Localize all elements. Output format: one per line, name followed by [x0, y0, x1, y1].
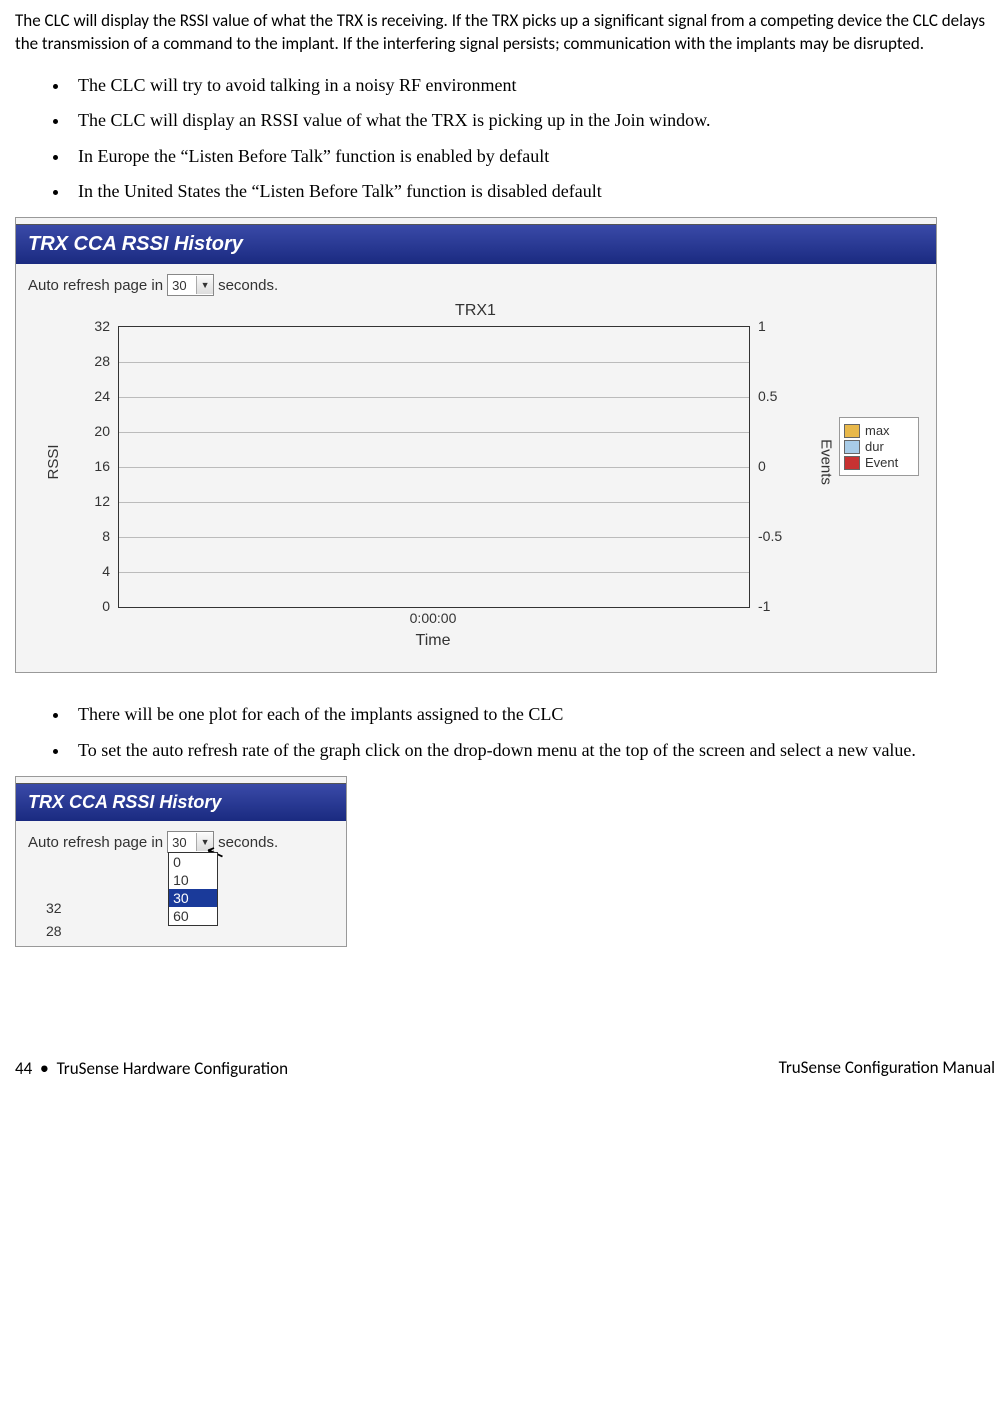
- legend-label: Event: [865, 455, 898, 470]
- legend-label: dur: [865, 439, 884, 454]
- intro-paragraph: The CLC will display the RSSI value of w…: [15, 10, 995, 56]
- legend-item-event: Event: [844, 455, 914, 470]
- separator: •: [40, 1057, 49, 1079]
- list-item: The CLC will display an RSSI value of wh…: [70, 109, 995, 132]
- list-item: The CLC will try to avoid talking in a n…: [70, 74, 995, 97]
- x-axis-label: Time: [28, 632, 748, 650]
- list-item: To set the auto refresh rate of the grap…: [70, 739, 995, 762]
- list-item: There will be one plot for each of the i…: [70, 703, 995, 726]
- chevron-down-icon: ▼: [196, 276, 213, 294]
- legend-item-dur: dur: [844, 439, 914, 454]
- refresh-prefix: Auto refresh page in: [28, 277, 163, 294]
- refresh-dropdown-value: 30: [168, 835, 196, 850]
- dropdown-option[interactable]: 60: [169, 907, 217, 925]
- tick: 12: [94, 493, 110, 509]
- refresh-prefix: Auto refresh page in: [28, 834, 163, 851]
- footer-section: TruSense Hardware Configuration: [57, 1058, 288, 1079]
- tick: 8: [102, 528, 110, 544]
- bullet-list-2: There will be one plot for each of the i…: [15, 703, 995, 762]
- tick: 16: [94, 458, 110, 474]
- dropdown-option[interactable]: 10: [169, 871, 217, 889]
- legend-swatch: [844, 456, 860, 470]
- chart-legend: max dur Event: [839, 417, 919, 476]
- tick: -1: [758, 598, 770, 614]
- refresh-dropdown[interactable]: 30 ▼: [167, 274, 214, 296]
- rssi-chart: TRX1 RSSI Events 32 28 24 20 16 12 8 4 0…: [28, 302, 923, 662]
- refresh-suffix: seconds.: [218, 834, 278, 851]
- tick: -0.5: [758, 528, 782, 544]
- y-ticks-right: 1 0.5 0 -0.5 -1: [752, 326, 792, 606]
- legend-swatch: [844, 440, 860, 454]
- bullet-list-1: The CLC will try to avoid talking in a n…: [15, 74, 995, 204]
- page-footer: 44 • TruSense Hardware Configuration Tru…: [15, 1057, 995, 1079]
- y-axis-right-label: Events: [817, 440, 834, 486]
- rssi-history-panel-small: TRX CCA RSSI History Auto refresh page i…: [15, 776, 347, 947]
- y-axis-left-label: RSSI: [45, 445, 62, 480]
- plot-area: [118, 326, 750, 608]
- refresh-row: Auto refresh page in 30 ▼ ↖ 0 10 30 60 s…: [28, 831, 334, 853]
- dropdown-options: 0 10 30 60: [168, 852, 218, 926]
- refresh-row: Auto refresh page in 30 ▼ seconds.: [28, 274, 924, 296]
- x-tick: 0:00:00: [28, 610, 748, 626]
- y-ticks-left: 32 28 24 20 16 12 8 4 0: [78, 326, 114, 606]
- rssi-history-panel: TRX CCA RSSI History Auto refresh page i…: [15, 217, 937, 673]
- refresh-dropdown-open[interactable]: 30 ▼ ↖ 0 10 30 60: [167, 831, 214, 853]
- tick: 1: [758, 318, 766, 334]
- tick: 24: [94, 388, 110, 404]
- tick: 32: [94, 318, 110, 334]
- list-item: In the United States the “Listen Before …: [70, 180, 995, 203]
- panel-title: TRX CCA RSSI History: [16, 783, 346, 821]
- tick: 0: [758, 458, 766, 474]
- list-item: In Europe the “Listen Before Talk” funct…: [70, 145, 995, 168]
- legend-label: max: [865, 423, 890, 438]
- tick: 0.5: [758, 388, 777, 404]
- legend-swatch: [844, 424, 860, 438]
- footer-right: TruSense Configuration Manual: [779, 1057, 995, 1079]
- panel-title: TRX CCA RSSI History: [16, 224, 936, 264]
- dropdown-option-selected[interactable]: 30: [169, 889, 217, 907]
- legend-item-max: max: [844, 423, 914, 438]
- tick: 20: [94, 423, 110, 439]
- tick: 4: [102, 563, 110, 579]
- refresh-suffix: seconds.: [218, 277, 278, 294]
- tick: 28: [94, 353, 110, 369]
- chart-title: TRX1: [28, 302, 923, 320]
- dropdown-option[interactable]: 0: [169, 853, 217, 871]
- page-number: 44: [15, 1058, 32, 1079]
- refresh-dropdown-value: 30: [168, 278, 196, 293]
- chevron-down-icon: ▼: [196, 833, 213, 851]
- footer-left: 44 • TruSense Hardware Configuration: [15, 1057, 288, 1079]
